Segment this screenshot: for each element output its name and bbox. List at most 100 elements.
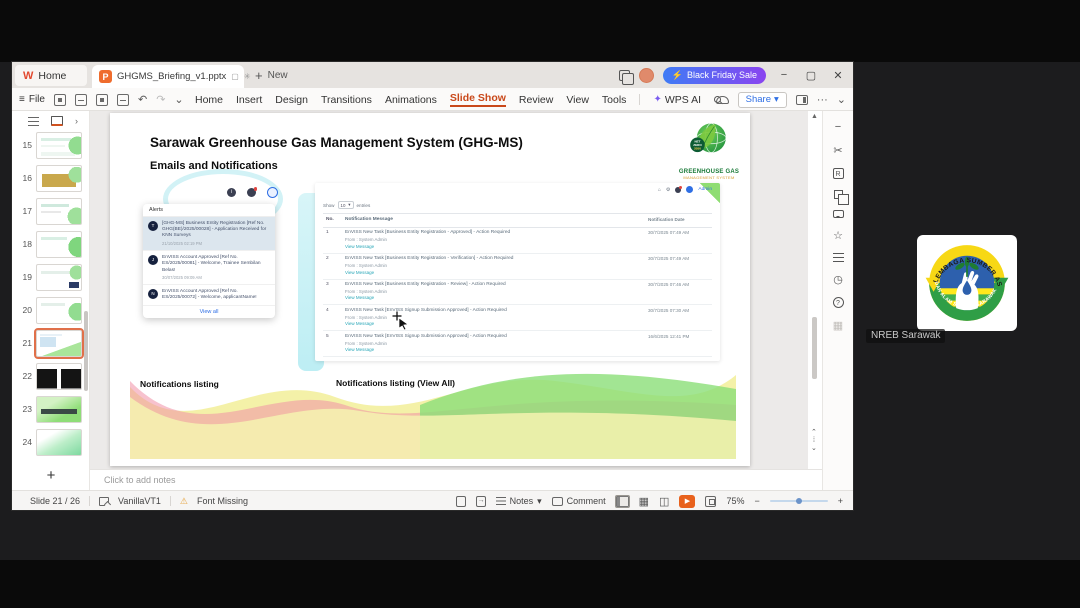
canvas-scrollbar[interactable]: ▲ ⌃ ⁞ ⌄ bbox=[808, 111, 822, 469]
menu-insert[interactable]: Insert bbox=[236, 94, 262, 106]
slide-thumbnail-15[interactable]: 15 bbox=[12, 132, 89, 159]
alerts-dropdown-mockup: i Alerts T [GHG-MS] Business Entity Regi… bbox=[135, 169, 335, 373]
redo-icon[interactable]: ↷ bbox=[156, 93, 165, 106]
cloud-save-icon[interactable] bbox=[715, 95, 729, 104]
black-friday-sale-button[interactable]: ⚡ Black Friday Sale bbox=[662, 66, 766, 84]
view-message-link[interactable]: View Message bbox=[345, 347, 648, 354]
print-preview-icon[interactable] bbox=[74, 93, 87, 106]
menu-wps-ai[interactable]: ✦ WPS AI bbox=[653, 94, 701, 106]
menu-animations[interactable]: Animations bbox=[385, 94, 437, 106]
view-message-link[interactable]: View Message bbox=[345, 321, 648, 328]
task-pane-icon[interactable] bbox=[795, 94, 808, 105]
file-menu[interactable]: ≡ File bbox=[19, 94, 45, 105]
expand-panel-icon[interactable]: › bbox=[75, 116, 78, 126]
ghgms-logo: NET ZERO 2050 GREENHOUSE GAS MANAGEMENT … bbox=[676, 119, 742, 180]
slide-thumbnail-23[interactable]: 23 bbox=[12, 396, 89, 423]
menu-review[interactable]: Review bbox=[519, 94, 553, 106]
settings-sliders-icon[interactable] bbox=[832, 253, 844, 262]
zoom-slider[interactable] bbox=[769, 498, 828, 504]
slide-thumbnail-24[interactable]: 24 bbox=[12, 429, 89, 456]
comment-panel-icon[interactable] bbox=[832, 210, 844, 218]
window-switcher-icon[interactable] bbox=[618, 69, 634, 85]
outline-view-icon[interactable] bbox=[28, 116, 39, 126]
scrollbar-thumb[interactable] bbox=[812, 317, 817, 379]
close-button[interactable]: ✕ bbox=[829, 69, 847, 82]
notifications-table-mockup: ⌂ ⚙ Admin Show 10 ▾ entries No. Notifica… bbox=[315, 183, 720, 361]
menu-tools[interactable]: Tools bbox=[602, 94, 627, 106]
slide-thumbnail-20[interactable]: 20 bbox=[12, 297, 89, 324]
document-tab[interactable]: P GHGMS_Briefing_v1.pptx ▢ ✳ bbox=[92, 65, 251, 88]
next-slide-button[interactable]: ⌄ bbox=[811, 445, 817, 453]
slide-thumbnail-17[interactable]: 17 bbox=[12, 198, 89, 225]
slide-thumbnail-16[interactable]: 16 bbox=[12, 165, 89, 192]
thumbnail-image bbox=[36, 231, 82, 258]
alert-item[interactable]: J EnVISS Account Approved [Ref No. ES/20… bbox=[143, 251, 275, 286]
theme-name[interactable]: VanillaVT1 bbox=[118, 496, 161, 506]
apps-grid-icon[interactable]: ▦ bbox=[833, 319, 843, 332]
menu-view[interactable]: View bbox=[566, 94, 589, 106]
thumbnail-image bbox=[36, 132, 82, 159]
normal-view-button[interactable] bbox=[614, 494, 630, 508]
toolbar-more-chevron-icon[interactable]: ⌄ bbox=[174, 93, 183, 106]
menu-slide-show[interactable]: Slide Show bbox=[449, 92, 506, 107]
menu-transitions[interactable]: Transitions bbox=[321, 94, 372, 106]
wps-home-tab[interactable]: W Home bbox=[15, 65, 87, 86]
zoom-in-button[interactable]: + bbox=[838, 496, 843, 506]
export-pdf-icon[interactable] bbox=[116, 93, 129, 106]
logo-line2: MANAGEMENT SYSTEM bbox=[683, 175, 735, 180]
view-message-link[interactable]: View Message bbox=[345, 270, 648, 277]
table-row: 5 EnVISS New Task [EnVISS Signup Submiss… bbox=[323, 331, 712, 358]
view-message-link[interactable]: View Message bbox=[345, 244, 648, 251]
notes-toggle[interactable]: Notes ▾ bbox=[495, 496, 542, 507]
history-clock-icon[interactable]: ◷ bbox=[833, 273, 843, 286]
slideshow-play-button[interactable]: ▶ bbox=[679, 494, 696, 508]
slide-thumbnail-18[interactable]: 18 bbox=[12, 231, 89, 258]
slide-thumbnail-19[interactable]: 19 bbox=[12, 264, 89, 291]
participant-video-tile[interactable]: LEMBAGA SUMBER ASLI DAN ALAM SEKITAR SAR… bbox=[917, 235, 1017, 331]
menu-design[interactable]: Design bbox=[275, 94, 308, 106]
collapse-ribbon-icon[interactable]: ⌄ bbox=[837, 93, 846, 106]
zoom-out-button[interactable]: − bbox=[754, 496, 759, 506]
fit-slide-icon[interactable] bbox=[705, 495, 717, 507]
more-options-icon[interactable]: ··· bbox=[817, 94, 828, 106]
slide-thumbnail-21-selected[interactable]: 21 bbox=[12, 328, 89, 359]
new-document-button[interactable]: + New bbox=[255, 65, 288, 86]
exit-view-icon[interactable] bbox=[475, 495, 486, 507]
share-button[interactable]: Share ▾ bbox=[737, 91, 787, 108]
slide-sorter-view-button[interactable]: ▦ bbox=[639, 495, 649, 508]
alert-item[interactable]: N EnVISS Account Approved [Ref No. ES/20… bbox=[143, 285, 275, 307]
minimize-button[interactable]: − bbox=[775, 69, 793, 81]
maximize-button[interactable]: ▢ bbox=[802, 69, 820, 82]
sidebar-scrollbar[interactable] bbox=[84, 311, 88, 391]
slide-21[interactable]: Sarawak Greenhouse Gas Management System… bbox=[110, 113, 750, 466]
zoom-slider-handle[interactable] bbox=[795, 498, 802, 504]
slide-view-icon[interactable] bbox=[51, 116, 63, 126]
alert-item[interactable]: T [GHG-MS] Business Entity Registration … bbox=[143, 217, 275, 252]
resume-assistant-icon[interactable]: R bbox=[832, 168, 844, 179]
font-missing-label[interactable]: Font Missing bbox=[197, 496, 248, 506]
table-row: 2 EnVISS New Task [Business Entity Regis… bbox=[323, 254, 712, 280]
scroll-up-icon[interactable]: ▲ bbox=[811, 113, 818, 120]
undo-icon[interactable]: ↶ bbox=[138, 93, 147, 106]
save-icon[interactable] bbox=[53, 93, 66, 106]
notes-bar[interactable]: Click to add notes bbox=[90, 469, 822, 490]
comment-button[interactable]: Comment bbox=[551, 496, 606, 506]
favorites-star-icon[interactable]: ☆ bbox=[833, 229, 843, 242]
view-all-link[interactable]: View all bbox=[143, 306, 275, 318]
print-icon[interactable] bbox=[95, 93, 108, 106]
add-slide-button[interactable]: + bbox=[12, 467, 90, 484]
previous-slide-button[interactable]: ⌃ bbox=[811, 429, 817, 437]
view-message-link[interactable]: View Message bbox=[345, 295, 648, 302]
right-tool-rail: − ✂ R ☆ ◷ ? ▦ bbox=[822, 111, 853, 490]
collapse-rail-icon[interactable]: − bbox=[835, 121, 841, 133]
help-icon[interactable]: ? bbox=[832, 297, 844, 308]
page-size-select[interactable]: 10 ▾ bbox=[337, 201, 354, 209]
account-avatar[interactable] bbox=[638, 67, 654, 83]
menu-home[interactable]: Home bbox=[195, 94, 223, 106]
zoom-level[interactable]: 75% bbox=[726, 496, 744, 506]
reading-view-button[interactable]: ◫ bbox=[659, 495, 669, 508]
slide-thumbnail-22[interactable]: 22 bbox=[12, 363, 89, 390]
design-tools-icon[interactable]: ✂ bbox=[833, 144, 842, 157]
shapes-icon[interactable] bbox=[833, 190, 849, 205]
page-setup-icon[interactable] bbox=[455, 495, 466, 507]
